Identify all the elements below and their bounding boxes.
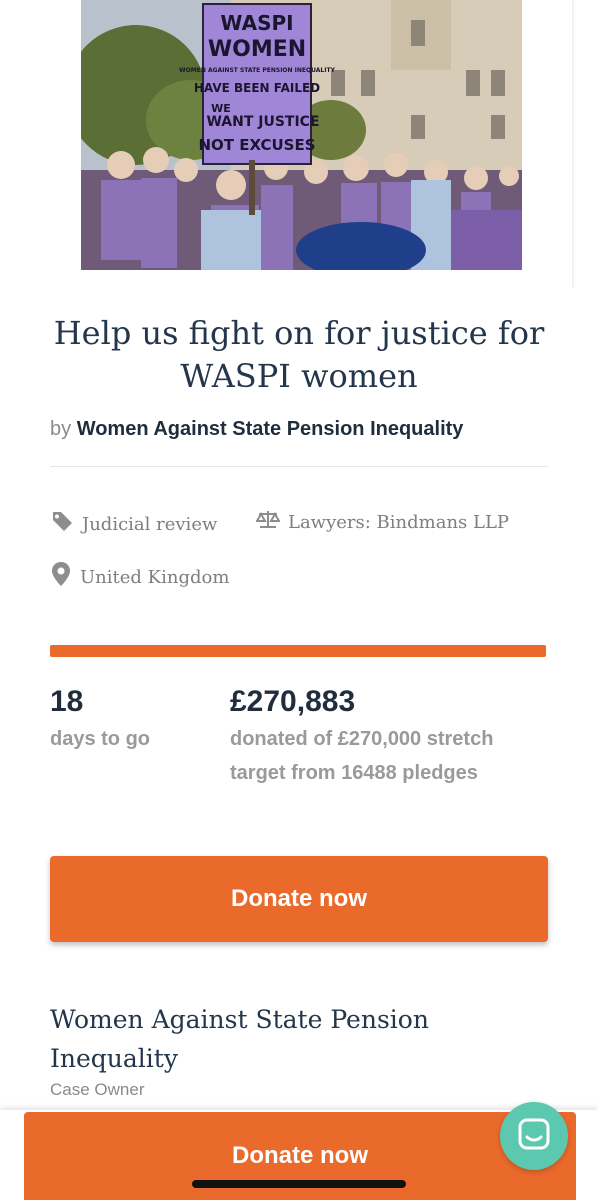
tag-icon bbox=[50, 509, 74, 540]
map-pin-icon bbox=[50, 561, 72, 594]
funding-progress-bar bbox=[50, 645, 546, 657]
location: United Kingdom bbox=[50, 561, 229, 594]
amount-raised-caption: donated of £270,000 stretch target from … bbox=[230, 728, 494, 784]
funding-progress-fill bbox=[50, 645, 546, 657]
placard-line-1: WASPI bbox=[220, 11, 293, 35]
days-left-label: days to go bbox=[50, 728, 151, 750]
home-indicator bbox=[192, 1180, 406, 1188]
placard-line-2: WOMEN bbox=[208, 37, 306, 62]
placard-line-3: WOMEN AGAINST STATE PENSION INEQUALITY bbox=[179, 67, 335, 74]
case-owner-name[interactable]: Women Against State Pension Inequality bbox=[50, 1000, 530, 1078]
byline: by Women Against State Pension Inequalit… bbox=[50, 416, 463, 442]
amount-raised-value: £270,883 bbox=[230, 685, 356, 718]
case-type[interactable]: Judicial review bbox=[50, 509, 217, 540]
days-left-value: 18 bbox=[50, 685, 84, 718]
protest-photo: WASPI WOMEN WOMEN AGAINST STATE PENSION … bbox=[81, 0, 522, 270]
placard-line-4: HAVE BEEN FAILED bbox=[194, 81, 320, 95]
campaign-hero-image: WASPI WOMEN WOMEN AGAINST STATE PENSION … bbox=[81, 0, 522, 270]
case-type-label: Judicial review bbox=[82, 513, 218, 535]
placard-line-7: NOT EXCUSES bbox=[198, 136, 315, 154]
lawyers-label: Lawyers: Bindmans LLP bbox=[288, 511, 510, 533]
campaign-title: Help us fight on for justice for WASPI w… bbox=[53, 314, 545, 395]
donate-button[interactable]: Donate now bbox=[50, 856, 548, 942]
chat-button[interactable] bbox=[500, 1102, 568, 1170]
divider bbox=[50, 466, 548, 467]
by-label: by bbox=[50, 418, 72, 440]
case-owner-role: Case Owner bbox=[50, 1080, 145, 1099]
location-label: United Kingdom bbox=[80, 566, 230, 588]
campaign-owner-link[interactable]: Women Against State Pension Inequality bbox=[77, 418, 464, 440]
scales-icon bbox=[255, 509, 281, 536]
hero-edge bbox=[572, 0, 574, 288]
lawyers[interactable]: Lawyers: Bindmans LLP bbox=[255, 509, 510, 536]
placard-line-6: WANT JUSTICE bbox=[206, 114, 319, 130]
chat-icon bbox=[517, 1117, 551, 1156]
